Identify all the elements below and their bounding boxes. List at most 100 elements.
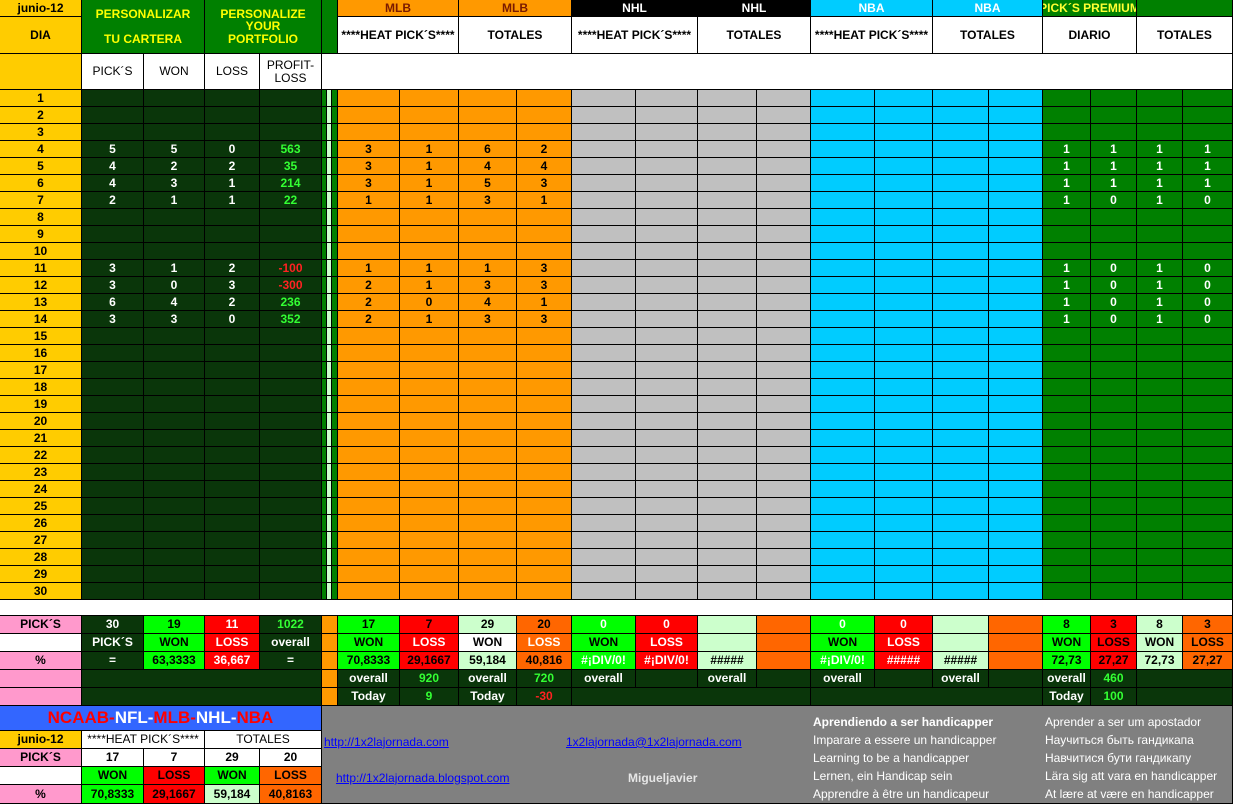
mlb-cell[interactable]: [400, 464, 459, 481]
mlb-cell[interactable]: [400, 328, 459, 345]
nhl-cell[interactable]: [572, 192, 636, 209]
mlb-cell[interactable]: [400, 124, 459, 141]
premium-cell[interactable]: [1091, 345, 1137, 362]
nhl-cell[interactable]: [698, 175, 757, 192]
mlb-cell[interactable]: 1: [517, 192, 572, 209]
portfolio-cell[interactable]: [144, 515, 205, 532]
premium-cell[interactable]: [1091, 243, 1137, 260]
mlb-cell[interactable]: 2: [338, 294, 400, 311]
nhl-cell[interactable]: [636, 362, 698, 379]
nhl-cell[interactable]: [636, 345, 698, 362]
portfolio-cell[interactable]: 3: [82, 311, 144, 328]
nba-cell[interactable]: [933, 566, 989, 583]
nhl-cell[interactable]: [757, 464, 811, 481]
portfolio-cell[interactable]: 214: [260, 175, 322, 192]
nba-cell[interactable]: [811, 243, 875, 260]
portfolio-cell[interactable]: [82, 107, 144, 124]
nhl-cell[interactable]: [698, 532, 757, 549]
premium-cell[interactable]: [1043, 345, 1091, 362]
premium-cell[interactable]: [1043, 532, 1091, 549]
premium-cell[interactable]: [1043, 515, 1091, 532]
nhl-cell[interactable]: [757, 566, 811, 583]
nhl-cell[interactable]: [757, 413, 811, 430]
nba-cell[interactable]: [989, 362, 1043, 379]
portfolio-cell[interactable]: 5: [82, 141, 144, 158]
premium-cell[interactable]: [1183, 379, 1233, 396]
premium-cell[interactable]: [1091, 226, 1137, 243]
portfolio-cell[interactable]: [260, 328, 322, 345]
portfolio-cell[interactable]: [82, 243, 144, 260]
mlb-cell[interactable]: 1: [400, 260, 459, 277]
nba-cell[interactable]: [875, 124, 933, 141]
premium-cell[interactable]: [1043, 90, 1091, 107]
portfolio-cell[interactable]: [144, 583, 205, 600]
premium-cell[interactable]: 1: [1091, 175, 1137, 192]
nhl-cell[interactable]: [636, 413, 698, 430]
mlb-cell[interactable]: [517, 345, 572, 362]
premium-cell[interactable]: 0: [1183, 192, 1233, 209]
nba-cell[interactable]: [989, 260, 1043, 277]
portfolio-cell[interactable]: 2: [144, 158, 205, 175]
nhl-cell[interactable]: [572, 277, 636, 294]
premium-cell[interactable]: 1: [1043, 277, 1091, 294]
nhl-cell[interactable]: [757, 498, 811, 515]
mlb-cell[interactable]: 6: [459, 141, 517, 158]
portfolio-cell[interactable]: [260, 362, 322, 379]
portfolio-cell[interactable]: 1: [205, 175, 260, 192]
nhl-cell[interactable]: [757, 515, 811, 532]
portfolio-cell[interactable]: [205, 345, 260, 362]
premium-cell[interactable]: [1183, 515, 1233, 532]
nba-cell[interactable]: [933, 583, 989, 600]
nba-cell[interactable]: [875, 396, 933, 413]
nba-cell[interactable]: [811, 124, 875, 141]
portfolio-cell[interactable]: 2: [205, 158, 260, 175]
premium-cell[interactable]: [1137, 107, 1183, 124]
mlb-cell[interactable]: [338, 345, 400, 362]
nhl-cell[interactable]: [757, 294, 811, 311]
mlb-cell[interactable]: [517, 464, 572, 481]
premium-cell[interactable]: [1183, 328, 1233, 345]
mlb-cell[interactable]: [517, 515, 572, 532]
portfolio-cell[interactable]: 0: [144, 277, 205, 294]
portfolio-cell[interactable]: [205, 498, 260, 515]
mlb-cell[interactable]: [459, 413, 517, 430]
portfolio-cell[interactable]: [144, 447, 205, 464]
nba-cell[interactable]: [933, 175, 989, 192]
nba-cell[interactable]: [875, 379, 933, 396]
portfolio-cell[interactable]: [260, 243, 322, 260]
nba-cell[interactable]: [875, 362, 933, 379]
nhl-cell[interactable]: [757, 107, 811, 124]
premium-cell[interactable]: [1091, 362, 1137, 379]
nhl-cell[interactable]: [636, 481, 698, 498]
nba-cell[interactable]: [989, 447, 1043, 464]
nhl-cell[interactable]: [572, 362, 636, 379]
portfolio-cell[interactable]: [144, 549, 205, 566]
portfolio-cell[interactable]: [205, 515, 260, 532]
premium-cell[interactable]: [1137, 447, 1183, 464]
nba-cell[interactable]: [933, 328, 989, 345]
mlb-cell[interactable]: [517, 430, 572, 447]
portfolio-cell[interactable]: [260, 209, 322, 226]
nba-cell[interactable]: [811, 566, 875, 583]
nba-cell[interactable]: [811, 583, 875, 600]
portfolio-cell[interactable]: 1: [144, 192, 205, 209]
premium-cell[interactable]: [1091, 549, 1137, 566]
mlb-cell[interactable]: [517, 90, 572, 107]
premium-cell[interactable]: [1043, 498, 1091, 515]
premium-cell[interactable]: 1: [1183, 158, 1233, 175]
portfolio-cell[interactable]: 3: [82, 277, 144, 294]
nhl-cell[interactable]: [636, 90, 698, 107]
nhl-cell[interactable]: [636, 430, 698, 447]
nba-cell[interactable]: [875, 549, 933, 566]
mlb-cell[interactable]: [459, 107, 517, 124]
premium-cell[interactable]: 0: [1183, 260, 1233, 277]
premium-cell[interactable]: [1091, 328, 1137, 345]
nba-cell[interactable]: [811, 192, 875, 209]
premium-cell[interactable]: [1043, 549, 1091, 566]
portfolio-cell[interactable]: [82, 515, 144, 532]
nba-cell[interactable]: [933, 311, 989, 328]
nba-cell[interactable]: [811, 396, 875, 413]
premium-cell[interactable]: [1183, 243, 1233, 260]
portfolio-cell[interactable]: [82, 328, 144, 345]
nhl-cell[interactable]: [636, 226, 698, 243]
